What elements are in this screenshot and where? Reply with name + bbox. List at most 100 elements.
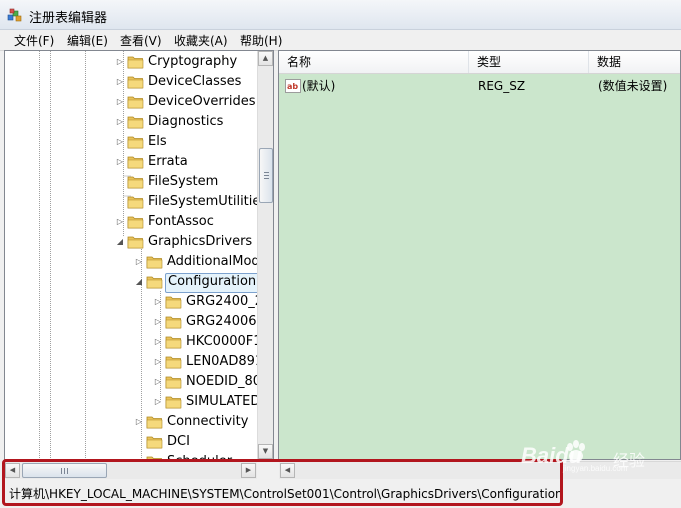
list-row[interactable]: ab (默认) REG_SZ (数值未设置) [279,76,680,96]
column-name-header[interactable]: 名称 [279,51,469,73]
collapse-arrow-icon[interactable]: ◢ [134,272,144,292]
tree-item[interactable]: ▷ FontAssoc [5,212,257,232]
scroll-left-button[interactable]: ◀ [5,463,20,478]
expand-arrow-icon[interactable]: ▷ [153,312,163,332]
tree-item[interactable]: ◢ GraphicsDrivers [5,232,257,252]
title-bar: 注册表编辑器 [0,0,681,30]
tree-item[interactable]: ▷ GRG2400660 [5,312,273,332]
tree-item-label: Connectivity [167,414,249,429]
tree-hscroll-thumb[interactable] [22,463,107,478]
tree-item[interactable]: ▷ AdditionalModes [5,252,273,272]
menu-edit[interactable]: 编辑(E) [67,32,108,49]
tree-item[interactable]: ▷ GRG2400_20 [5,292,271,312]
folder-icon [127,96,144,109]
expand-arrow-icon[interactable]: ▷ [115,152,125,172]
scrollbar-corner [257,462,272,479]
tree-item[interactable]: ◢ Configuration [5,272,260,293]
tree-item-label-selected: Configuration [165,273,260,293]
folder-icon [127,196,144,209]
tree-item-label: DCI [167,434,190,449]
tree-item[interactable]: ▷ LEN0AD8917 [5,352,272,372]
watermark-site: jingyan.baidu.com [563,464,628,473]
folder-icon [127,176,144,189]
tree-item[interactable]: ▷ Diagnostics [5,112,257,132]
expand-arrow-icon[interactable]: ▷ [134,412,144,432]
folder-icon [146,256,163,269]
collapse-arrow-icon[interactable]: ◢ [115,232,125,252]
expand-arrow-icon[interactable]: ▷ [115,72,125,92]
expand-arrow-icon[interactable]: ▷ [153,292,163,312]
open-folder-icon [146,276,163,289]
folder-icon [127,56,144,69]
open-folder-icon [127,236,144,249]
string-value-icon: ab [285,79,301,93]
value-name: (默认) [302,79,336,93]
tree-item-label: Diagnostics [148,114,224,129]
column-data-header[interactable]: 数据 [589,51,680,73]
tree-item[interactable]: FileSystem [5,172,257,192]
tree-item[interactable]: ▷ DeviceClasses [5,72,257,92]
tree-item[interactable]: ▷ Errata [5,152,257,172]
tree-item[interactable]: DCI [5,432,257,452]
expand-arrow-icon[interactable]: ▷ [134,252,144,272]
folder-icon [165,376,182,389]
expand-arrow-icon[interactable]: ▷ [115,92,125,112]
expand-arrow-icon[interactable]: ▷ [153,392,163,412]
expand-arrow-icon[interactable]: ▷ [153,332,163,352]
list-scroll-left-button[interactable]: ◀ [280,463,295,478]
folder-icon [165,356,182,369]
tree-item[interactable]: ▷ HKC0000F10 [5,332,270,352]
tree-item[interactable]: ▷ Connectivity [5,412,257,432]
svg-text:ab: ab [287,82,298,91]
tree-item[interactable]: ▷ DeviceOverrides [5,92,257,112]
menu-help[interactable]: 帮助(H) [240,32,282,49]
scroll-right-button[interactable]: ▶ [241,463,256,478]
tree-vertical-scrollbar[interactable]: ▲ ▼ [257,51,273,459]
folder-icon [146,456,162,459]
scroll-down-button[interactable]: ▼ [258,444,273,459]
folder-icon [127,116,144,129]
tree-item-label: DeviceOverrides [148,94,256,109]
folder-icon [146,416,163,429]
tree-item-label: DeviceClasses [148,74,242,89]
expand-arrow-icon[interactable]: ▷ [115,132,125,152]
main-area: ▷ Cryptography ▷ DeviceClasses ▷ DeviceOverri… [4,50,681,460]
values-list[interactable]: 名称 类型 数据 ab (默认) REG_SZ (数值未设置) [278,50,681,460]
expand-arrow-icon[interactable]: ▷ [115,52,125,72]
menu-file[interactable]: 文件(F) [14,32,54,49]
folder-icon [165,316,182,329]
menu-bar: 文件(F) 编辑(E) 查看(V) 收藏夹(A) 帮助(H) [0,30,681,51]
baidu-watermark: Baidu 经验 jingyan.baidu.com [519,435,669,475]
scroll-up-button[interactable]: ▲ [258,51,273,66]
tree-item[interactable]: ▷ NOEDID_808 [5,372,269,392]
tree-item[interactable]: FileSystemUtilities [5,192,267,212]
column-type-header[interactable]: 类型 [469,51,589,73]
expand-arrow-icon[interactable]: ▷ [115,112,125,132]
value-type: REG_SZ [478,79,526,93]
tree-item[interactable]: ▷ SIMULATED_ [5,392,267,412]
key-tree[interactable]: ▷ Cryptography ▷ DeviceClasses ▷ DeviceOverri… [4,50,274,460]
expand-arrow-icon[interactable]: ▷ [115,212,125,232]
tree-scroll-thumb[interactable] [259,148,273,203]
window-title: 注册表编辑器 [29,11,108,26]
folder-icon [127,216,144,229]
tree-horizontal-scrollbar[interactable]: ◀ ▶ [5,461,272,479]
folder-icon [127,136,144,149]
menu-favorites[interactable]: 收藏夹(A) [174,32,228,49]
tree-item-label: GraphicsDrivers [148,234,253,249]
regedit-icon [7,8,22,22]
folder-icon [165,296,182,309]
tree-item[interactable]: ▷ Els [5,132,257,152]
tree-item-label: Errata [148,154,188,169]
expand-arrow-icon[interactable]: ▷ [153,372,163,392]
expand-arrow-icon[interactable]: ▷ [153,352,163,372]
menu-view[interactable]: 查看(V) [120,32,162,49]
folder-icon [127,76,144,89]
tree-item-label: FileSystemUtilities [148,194,268,209]
tree-item-label: Els [148,134,167,149]
tree-item[interactable]: ▷ Cryptography [5,52,257,72]
tree-item[interactable]: Scheduler [5,452,257,459]
folder-icon [165,396,182,409]
tree-item-label: FontAssoc [148,214,214,229]
tree-item-label: FileSystem [148,174,219,189]
